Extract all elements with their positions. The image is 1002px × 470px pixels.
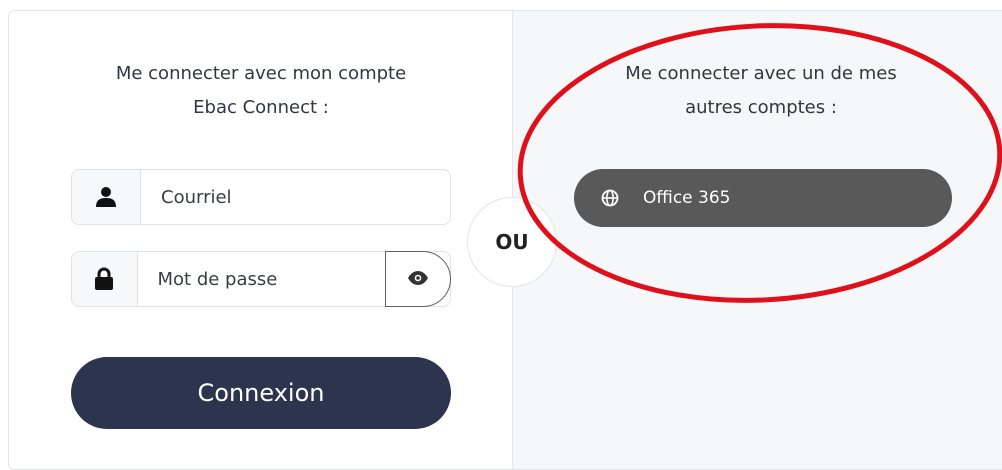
office365-login-button[interactable]: Office 365 xyxy=(574,169,952,227)
or-divider-badge: OU xyxy=(467,197,557,287)
globe-icon xyxy=(601,189,619,207)
lock-icon xyxy=(72,252,138,306)
login-card: Me connecter avec mon compte Ebac Connec… xyxy=(8,10,1002,470)
ebac-login-heading: Me connecter avec mon compte Ebac Connec… xyxy=(61,57,461,125)
user-icon xyxy=(72,170,141,224)
connexion-button[interactable]: Connexion xyxy=(71,357,451,429)
ebac-login-heading-line1: Me connecter avec mon compte xyxy=(115,63,407,84)
ebac-login-heading-line2: Ebac Connect : xyxy=(193,97,329,118)
other-accounts-heading-line1: Me connecter avec un de mes xyxy=(625,63,897,84)
email-field-group xyxy=(71,169,451,225)
toggle-password-visibility-button[interactable] xyxy=(384,251,451,307)
password-input[interactable] xyxy=(137,252,385,306)
password-field-group xyxy=(71,251,451,307)
other-accounts-heading: Me connecter avec un de mes autres compt… xyxy=(561,57,961,125)
other-accounts-heading-line2: autres comptes : xyxy=(685,97,837,118)
email-input[interactable] xyxy=(141,170,450,224)
office365-label: Office 365 xyxy=(643,188,731,208)
eye-icon xyxy=(407,270,429,289)
